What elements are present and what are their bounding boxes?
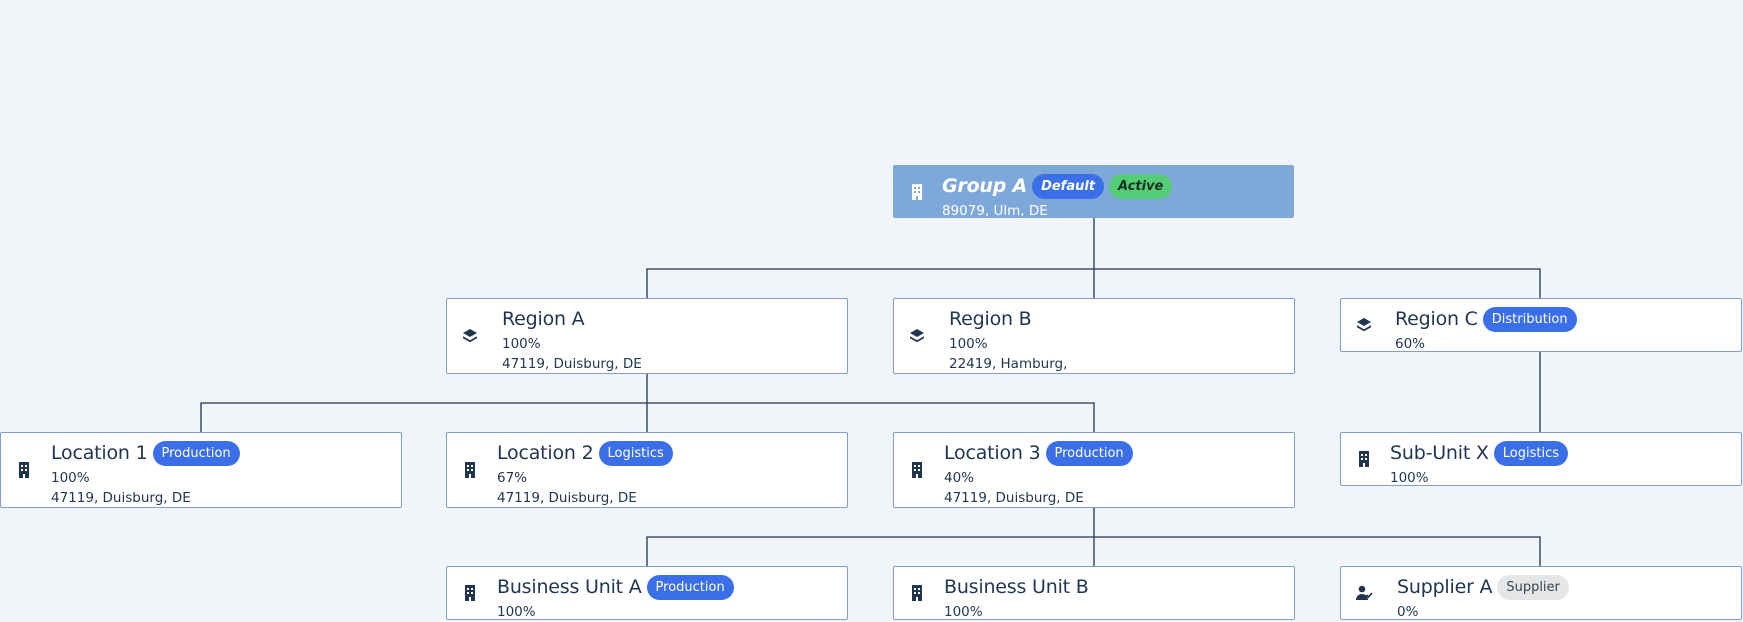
node-location-2[interactable]: Location 2 Logistics 67% 47119, Duisburg…: [446, 432, 848, 508]
default-badge: Default: [1032, 173, 1105, 199]
active-badge: Active: [1109, 173, 1173, 199]
node-business-unit-a[interactable]: Business Unit A Production 100%: [446, 566, 848, 620]
node-supplier-a[interactable]: Supplier A Supplier 0%: [1340, 566, 1742, 620]
node-region-b[interactable]: Region B 100% 22419, Hamburg,: [893, 298, 1295, 374]
connector-region-a-children: [200, 374, 1095, 432]
node-title: Sub-Unit X: [1390, 442, 1489, 464]
connector-group-a-children: [646, 218, 1541, 298]
building-icon: [912, 183, 922, 200]
node-percent: 100%: [497, 604, 536, 620]
layers-icon: [463, 329, 477, 343]
node-percent: 100%: [944, 604, 983, 620]
node-group-a[interactable]: Group A Default Active 89079, Ulm, DE: [893, 165, 1294, 219]
node-address: 22419, Hamburg,: [949, 356, 1068, 372]
logistics-badge: Logistics: [1493, 440, 1568, 466]
logistics-badge: Logistics: [598, 440, 673, 466]
node-location-1[interactable]: Location 1 Production 100% 47119, Duisbu…: [0, 432, 402, 508]
node-percent: 0%: [1397, 604, 1419, 620]
node-region-c[interactable]: Region C Distribution 60%: [1340, 298, 1742, 352]
distribution-badge: Distribution: [1482, 306, 1577, 332]
node-percent: 60%: [1395, 336, 1426, 352]
node-business-unit-b[interactable]: Business Unit B 100%: [893, 566, 1295, 620]
building-icon: [19, 462, 29, 478]
building-icon: [465, 585, 475, 601]
node-title-row: Group A Default Active: [942, 171, 1283, 201]
production-badge: Production: [152, 440, 240, 466]
node-address: 47119, Duisburg, DE: [497, 490, 637, 506]
layers-icon: [910, 329, 924, 343]
node-title: Location 3: [944, 442, 1041, 464]
supplier-badge: Supplier: [1497, 574, 1569, 600]
node-percent: 100%: [502, 336, 541, 352]
node-title: Supplier A: [1397, 576, 1493, 598]
node-title: Location 1: [51, 442, 148, 464]
production-badge: Production: [1045, 440, 1133, 466]
node-address: 47119, Duisburg, DE: [502, 356, 642, 372]
user-check-icon: [1356, 585, 1373, 600]
node-percent: 100%: [1390, 470, 1429, 486]
node-title: Region B: [949, 308, 1032, 330]
node-address: 47119, Duisburg, DE: [51, 490, 191, 506]
node-title: Business Unit A: [497, 576, 642, 598]
node-sub-unit-x[interactable]: Sub-Unit X Logistics 100%: [1340, 432, 1742, 486]
building-icon: [912, 462, 922, 478]
node-title: Business Unit B: [944, 576, 1089, 598]
node-percent: 40%: [944, 470, 975, 486]
node-percent: 100%: [949, 336, 988, 352]
connector-location-3-children: [646, 508, 1541, 566]
node-percent: 100%: [51, 470, 90, 486]
node-title: Group A: [942, 175, 1028, 197]
building-icon: [465, 462, 475, 478]
node-title: Location 2: [497, 442, 594, 464]
node-title: Region A: [502, 308, 585, 330]
production-badge: Production: [646, 574, 734, 600]
layers-icon: [1357, 318, 1371, 332]
node-percent: 67%: [497, 470, 528, 486]
node-address: 89079, Ulm, DE: [942, 203, 1048, 219]
node-location-3[interactable]: Location 3 Production 40% 47119, Duisbur…: [893, 432, 1295, 508]
building-icon: [1359, 451, 1369, 467]
node-address: 47119, Duisburg, DE: [944, 490, 1084, 506]
node-title: Region C: [1395, 308, 1478, 330]
node-region-a[interactable]: Region A 100% 47119, Duisburg, DE: [446, 298, 848, 374]
building-icon: [912, 585, 922, 601]
